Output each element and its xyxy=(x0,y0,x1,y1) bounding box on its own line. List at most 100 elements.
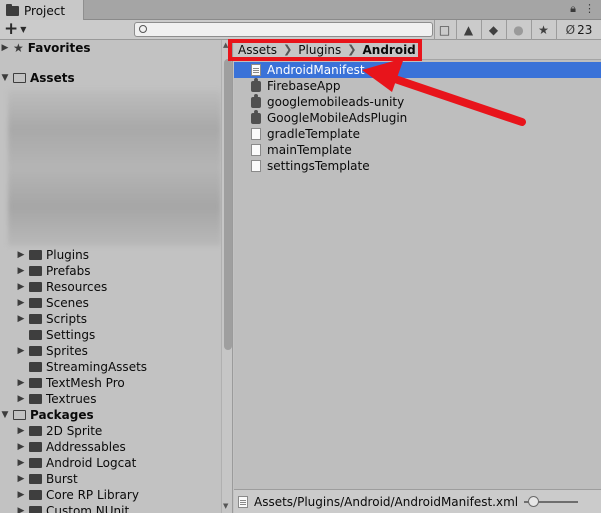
expand-arrow-icon[interactable]: ▶ xyxy=(16,346,26,356)
create-button[interactable]: + ▼ xyxy=(4,21,34,38)
expand-arrow-icon[interactable]: ▶ xyxy=(16,314,26,324)
breadcrumb-item[interactable]: Plugins xyxy=(298,43,341,57)
tree-label: Plugins xyxy=(46,248,89,262)
tree-item-scenes[interactable]: ▶ Scenes xyxy=(0,295,220,311)
folder-icon xyxy=(29,282,42,292)
breadcrumb-item[interactable]: Assets xyxy=(238,43,277,57)
tree-item-packages[interactable]: ▼ Packages xyxy=(0,407,220,423)
expand-arrow-icon[interactable]: ▶ xyxy=(16,282,26,292)
folder-icon xyxy=(29,458,42,468)
file-icon xyxy=(251,128,261,140)
menu-icon[interactable]: ⋮ xyxy=(584,2,595,16)
plugin-icon xyxy=(251,77,261,92)
scroll-down-icon[interactable]: ▼ xyxy=(223,502,228,510)
project-tab-label: Project xyxy=(24,3,66,18)
open-search-window-button[interactable]: □ xyxy=(434,20,454,40)
folder-icon xyxy=(29,298,42,308)
folder-icon xyxy=(29,506,42,513)
folder-icon xyxy=(29,426,42,436)
slider-knob[interactable] xyxy=(528,496,539,507)
chevron-right-icon: ❯ xyxy=(347,43,357,56)
tree-item-burst[interactable]: ▶ Burst xyxy=(0,471,220,487)
expand-arrow-icon[interactable]: ▶ xyxy=(16,298,26,308)
tree-label: Scripts xyxy=(46,312,88,326)
tree-label: Prefabs xyxy=(46,264,91,278)
hidden-packages-count: 23 xyxy=(577,23,593,37)
tree-label: Custom NUnit xyxy=(46,504,130,513)
hidden-packages-toggle[interactable]: Ø 23 xyxy=(556,20,601,40)
tab-tools: 🔒︎ ⋮ xyxy=(570,2,595,16)
expand-arrow-icon[interactable]: ▶ xyxy=(16,250,26,260)
file-row-firebaseapp[interactable]: FirebaseApp xyxy=(234,77,601,94)
breadcrumb-current[interactable]: Android xyxy=(362,43,415,57)
folder-open-icon xyxy=(13,410,26,420)
search-input[interactable] xyxy=(134,22,433,37)
expand-arrow-icon[interactable]: ▶ xyxy=(16,442,26,452)
tree-item-addressables[interactable]: ▶ Addressables xyxy=(0,439,220,455)
tree-item-streamingassets[interactable]: StreamingAssets xyxy=(0,359,220,375)
tree-label: 2D Sprite xyxy=(46,424,103,438)
tree-item-core-rp-library[interactable]: ▶ Core RP Library xyxy=(0,487,220,503)
collapse-arrow-icon[interactable]: ▼ xyxy=(0,410,10,420)
tree-label: Sprites xyxy=(46,344,88,358)
project-tab[interactable]: Project xyxy=(0,0,84,21)
filter-by-label-button[interactable]: ◆ xyxy=(481,20,505,40)
project-toolbar: + ▼ □ ▲ ◆ ● ★ Ø 23 xyxy=(0,20,601,40)
folder-open-icon xyxy=(13,73,26,83)
tree-item-textmesh-pro[interactable]: ▶ TextMesh Pro xyxy=(0,375,220,391)
filter-by-importlog-button[interactable]: ● xyxy=(506,20,530,40)
tree-item-plugins[interactable]: ▶ Plugins xyxy=(0,247,220,263)
chevron-down-icon: ▼ xyxy=(20,25,27,34)
tree-item-scripts[interactable]: ▶ Scripts xyxy=(0,311,220,327)
text-file-icon xyxy=(238,495,248,508)
tree-item-2d-sprite[interactable]: ▶ 2D Sprite xyxy=(0,423,220,439)
tree-item-textrues[interactable]: ▶ Textrues xyxy=(0,391,220,407)
tree-item-favorites[interactable]: ▶ ★ Favorites xyxy=(0,40,220,56)
tree-item-resources[interactable]: ▶ Resources xyxy=(0,279,220,295)
expand-arrow-icon[interactable]: ▶ xyxy=(0,43,10,53)
tree-item-prefabs[interactable]: ▶ Prefabs xyxy=(0,263,220,279)
open-search-window-icon: □ xyxy=(438,23,451,37)
scroll-up-icon[interactable]: ▲ xyxy=(223,41,228,49)
favorite-button[interactable]: ★ xyxy=(531,20,555,40)
file-row-googlemobileads-unity[interactable]: googlemobileads-unity xyxy=(234,93,601,110)
folder-content-panel: Assets ❯ Plugins ❯ Android AndroidManife… xyxy=(228,39,601,513)
tree-item-android-logcat[interactable]: ▶ Android Logcat xyxy=(0,455,220,471)
expand-arrow-icon[interactable]: ▶ xyxy=(16,506,26,513)
file-row-gradletemplate[interactable]: gradleTemplate xyxy=(234,126,601,142)
file-icon xyxy=(251,144,261,156)
tree-item-custom-nunit[interactable]: ▶ Custom NUnit xyxy=(0,503,220,513)
expand-arrow-icon[interactable]: ▶ xyxy=(16,490,26,500)
tree-label: Burst xyxy=(46,472,78,486)
file-row-maintemplate[interactable]: mainTemplate xyxy=(234,142,601,158)
expand-arrow-icon[interactable]: ▶ xyxy=(16,266,26,276)
scrollbar-thumb[interactable] xyxy=(224,59,232,350)
folder-icon xyxy=(29,330,42,340)
expand-arrow-icon[interactable]: ▶ xyxy=(16,474,26,484)
favorite-star-icon: ★ xyxy=(538,23,549,37)
folder-icon xyxy=(29,362,42,372)
folder-icon xyxy=(29,490,42,500)
tree-item-sprites[interactable]: ▶ Sprites xyxy=(0,343,220,359)
expand-arrow-icon[interactable]: ▶ xyxy=(16,426,26,436)
tree-label: TextMesh Pro xyxy=(46,376,125,390)
tree-item-assets[interactable]: ▼ Assets xyxy=(0,70,220,86)
expand-arrow-icon[interactable]: ▶ xyxy=(16,378,26,388)
icon-size-slider[interactable] xyxy=(524,496,578,507)
collapse-arrow-icon[interactable]: ▼ xyxy=(0,73,10,83)
file-row-androidmanifest[interactable]: AndroidManifest xyxy=(234,62,601,78)
tree-scrollbar[interactable]: ▲ ▼ xyxy=(221,40,232,513)
tree-label: StreamingAssets xyxy=(46,360,148,374)
expand-arrow-icon[interactable]: ▶ xyxy=(16,394,26,404)
lock-icon[interactable]: 🔒︎ xyxy=(570,2,576,16)
blurred-content xyxy=(8,90,221,246)
tree-label: Android Logcat xyxy=(46,456,137,470)
file-row-settingstemplate[interactable]: settingsTemplate xyxy=(234,158,601,174)
folder-icon xyxy=(6,3,19,16)
filter-by-type-button[interactable]: ▲ xyxy=(456,20,480,40)
tree-label: Textrues xyxy=(46,392,97,406)
expand-arrow-icon[interactable]: ▶ xyxy=(16,458,26,468)
file-row-googlemobileadsplugin[interactable]: GoogleMobileAdsPlugin xyxy=(234,109,601,126)
tree-item-settings[interactable]: Settings xyxy=(0,327,220,343)
search-icon xyxy=(139,25,147,33)
